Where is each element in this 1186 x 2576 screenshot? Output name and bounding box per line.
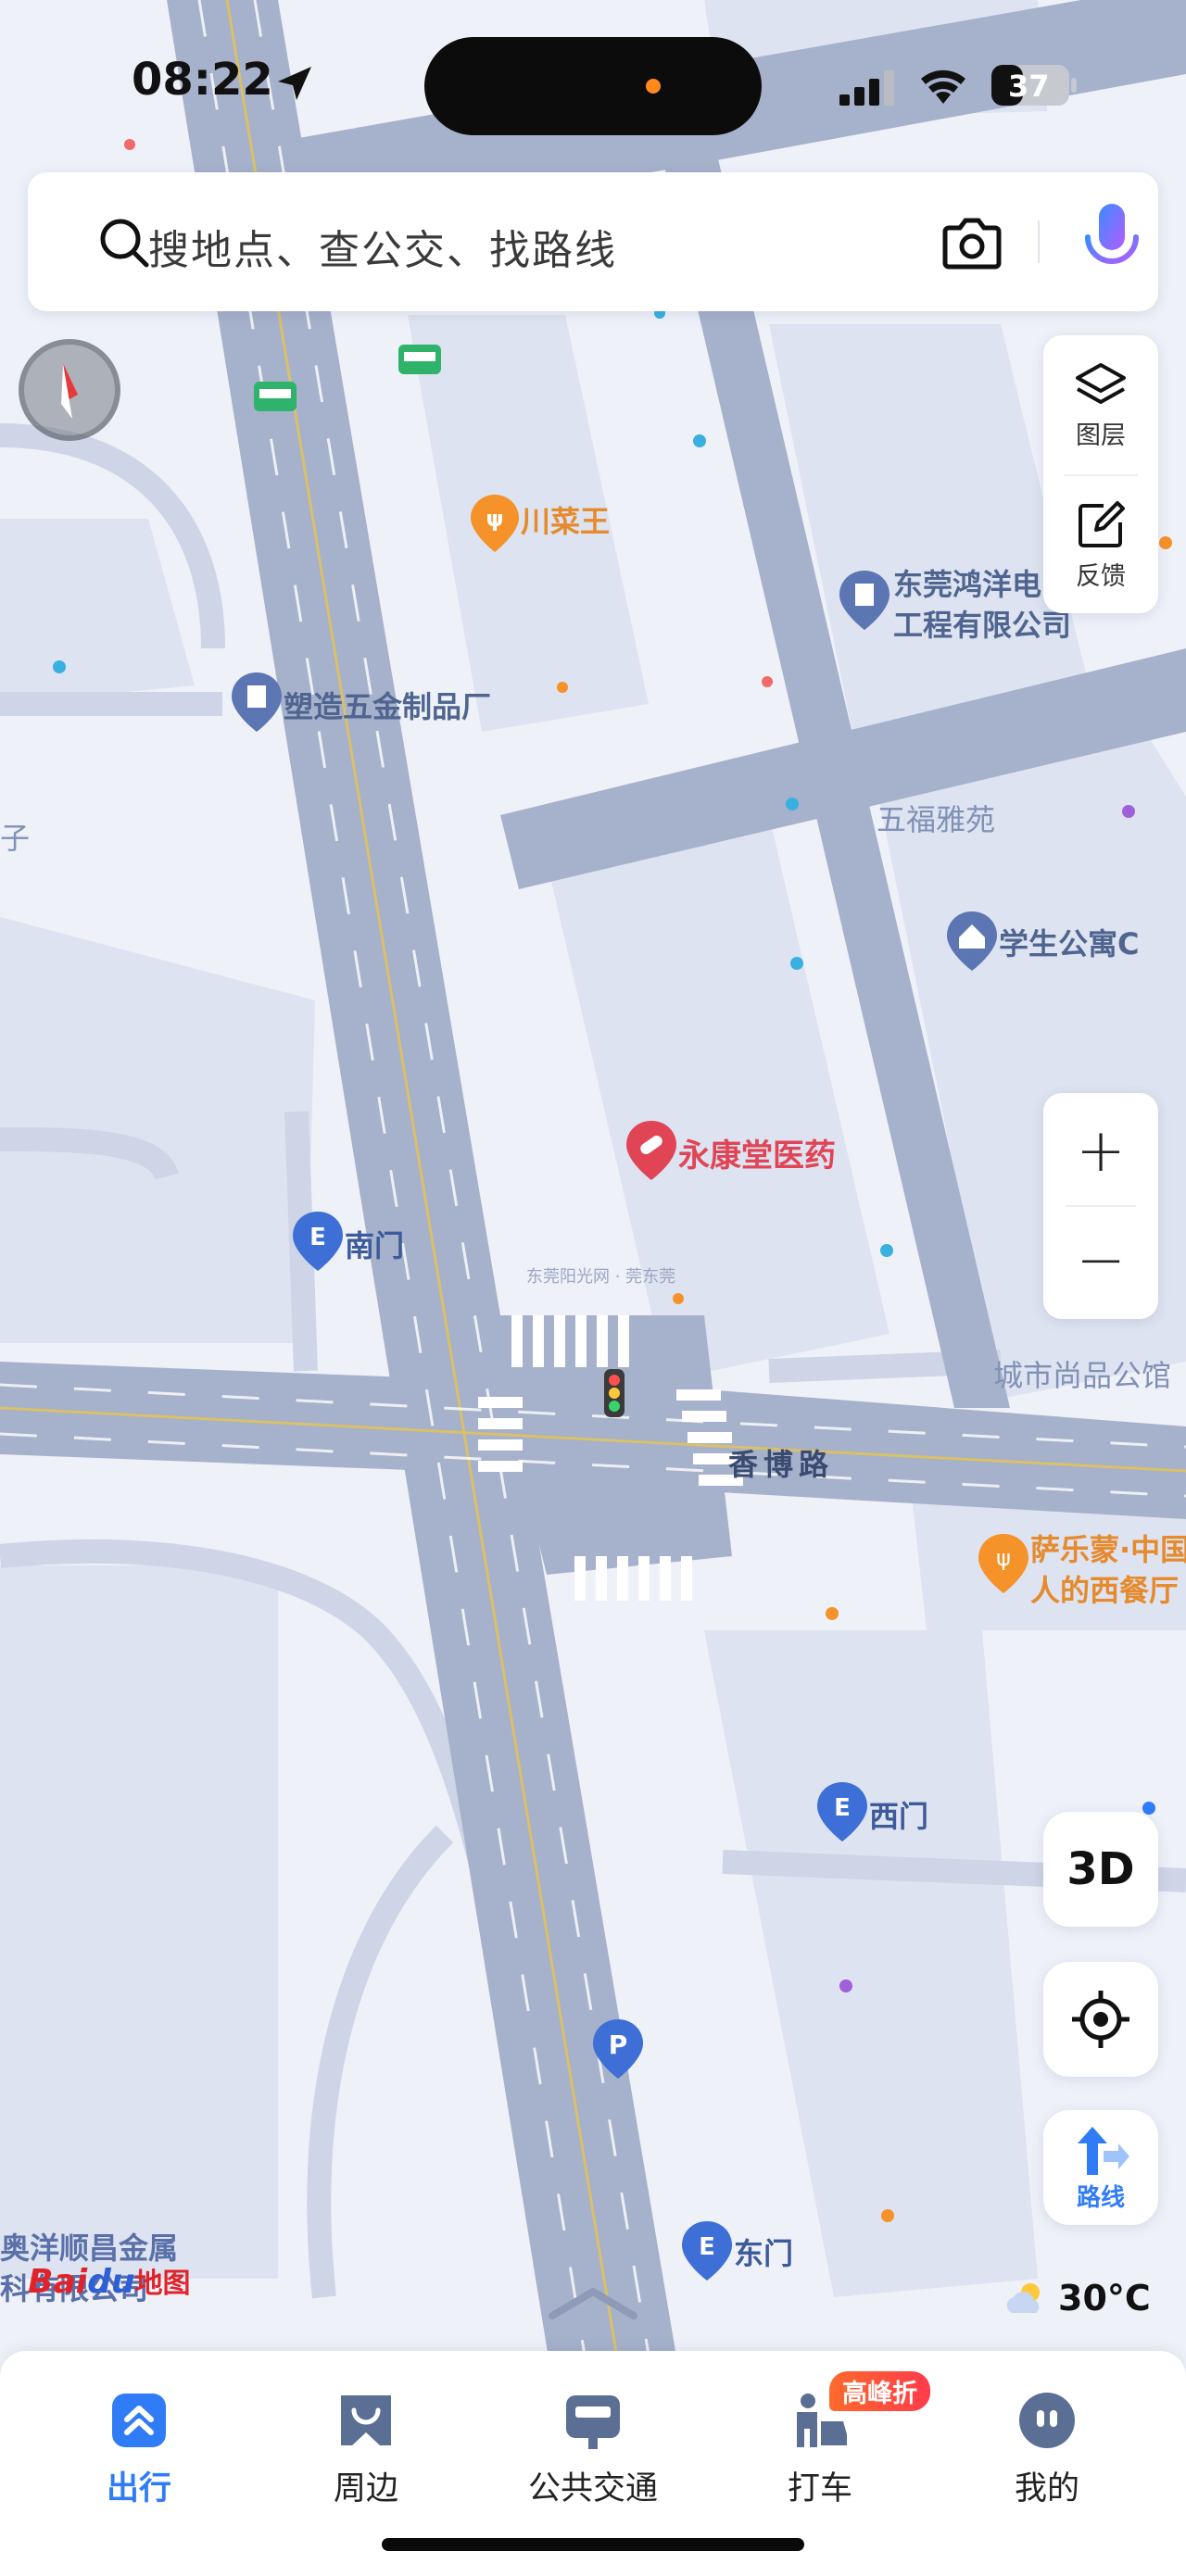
layers-button[interactable]: 图层 [1043,335,1158,470]
route-button[interactable]: 路线 [1043,2110,1158,2225]
nearby-icon [341,2395,391,2445]
map-canvas[interactable]: ψ 川菜王 东莞鸿洋电 工程有限公司 塑造五金制品厂 五福雅苑 子 学生公寓C … [0,0,1186,2576]
poi-label-salemeng-2[interactable]: 人的西餐厅 [1030,1567,1179,1610]
area-label-wufu: 五福雅苑 [877,802,996,837]
poi-restaurant-icon[interactable]: ψ [471,495,519,559]
search-input[interactable]: 搜地点、查公交、找路线 [148,217,617,276]
route-arrow-icon [1078,2126,1129,2175]
locate-icon [1072,1991,1129,2048]
tab-nearby-label: 周边 [333,2470,398,2507]
feedback-label: 反馈 [1076,562,1126,591]
status-bar: 08:22 37 [0,0,1186,167]
camera-icon[interactable] [941,215,1003,270]
poi-apartment-icon[interactable] [947,911,997,974]
map-watermark: 东莞阳光网 · 莞东莞 [526,1267,676,1287]
tab-public-transit-label: 公共交通 [527,2470,658,2507]
chevron-up-icon[interactable] [547,2284,639,2321]
map-roads [0,0,1186,2576]
partly-cloudy-icon [1006,2283,1040,2313]
layers-icon [1076,363,1126,404]
cellular-signal-icon [839,69,897,109]
3d-view-button[interactable]: 3D [1043,1812,1158,1927]
tab-taxi[interactable]: 高峰折 打车 [727,2371,930,2510]
poi-label-yongkangtang[interactable]: 永康堂医药 [678,1130,836,1175]
compass-button[interactable] [19,339,120,441]
map-side-panel: 图层 反馈 [1043,335,1158,613]
entrance-east-icon[interactable]: E [682,2221,732,2284]
poi-factory-icon[interactable] [232,672,282,735]
privacy-indicator-dot [646,79,661,94]
status-time: 08:22 [132,54,273,106]
entrance-label-nanmen[interactable]: 南门 [345,1223,404,1265]
tab-nearby[interactable]: 周边 [273,2371,459,2510]
baidu-map-logo: Baidu地图 [28,2260,190,2301]
feedback-icon [1079,501,1125,547]
svg-text:E: E [309,1224,326,1251]
road-label-xiangbo: 香博路 [728,1447,835,1482]
area-label-left-edge: 子 [0,821,31,856]
svg-text:P: P [609,2029,628,2060]
logo-paw: du [87,2263,135,2301]
weather-widget[interactable]: 30°C [1003,2273,1151,2323]
entrance-south-icon[interactable]: E [293,1212,343,1275]
travel-icon [112,2394,166,2447]
svg-text:ψ: ψ [996,1545,1011,1571]
location-arrow-icon [274,63,315,107]
home-indicator[interactable] [382,2538,804,2551]
poi-company-icon[interactable] [839,571,890,634]
locate-me-button[interactable] [1043,1962,1158,2077]
logo-suffix: 地图 [134,2268,191,2300]
search-divider [1038,220,1040,263]
poi-pharmacy-icon[interactable] [626,1121,676,1184]
tab-travel[interactable]: 出行 [46,2371,232,2510]
wifi-icon [917,65,969,109]
zoom-controls: + − [1043,1093,1158,1319]
layers-label: 图层 [1076,421,1126,450]
poi-label-suzao[interactable]: 塑造五金制品厂 [284,684,491,726]
entrance-west-icon[interactable]: E [817,1782,867,1845]
feedback-button[interactable]: 反馈 [1043,474,1158,609]
microphone-icon[interactable] [1077,200,1147,283]
logo-brand: Bai [28,2263,88,2301]
bus-icon [566,2395,620,2449]
profile-icon [1019,2393,1075,2448]
tab-public-transit[interactable]: 公共交通 [500,2371,686,2510]
svg-text:E: E [699,2233,715,2261]
compass-needle-icon [61,363,78,419]
weather-temperature: 30°C [1058,2278,1151,2318]
search-bar[interactable]: 搜地点、查公交、找路线 [28,172,1158,311]
poi-label-salemeng-1[interactable]: 萨乐蒙·中国 [1030,1527,1186,1569]
search-icon [100,219,149,268]
tab-travel-label: 出行 [106,2470,171,2507]
parking-icon[interactable]: P [593,2019,643,2082]
tab-taxi-label: 打车 [787,2470,852,2507]
route-label: 路线 [1076,2183,1125,2212]
entrance-label-ximen[interactable]: 西门 [869,1793,928,1836]
svg-text:ψ: ψ [486,506,503,532]
battery-level: 37 [1008,69,1050,104]
poi-label-hongyang-1[interactable]: 东莞鸿洋电 [893,561,1041,604]
taxi-promo-badge: 高峰折 [829,2371,930,2411]
poi-label-chuancaiwang[interactable]: 川菜王 [521,498,610,541]
area-label-chengshi: 城市尚品公馆 [993,1358,1172,1393]
tab-mine[interactable]: 我的 [954,2371,1140,2510]
svg-text:E: E [834,1794,851,1822]
poi-label-xuesheng[interactable]: 学生公寓C [999,921,1140,963]
zoom-out-button[interactable]: − [1043,1206,1158,1315]
tab-mine-label: 我的 [1014,2470,1079,2507]
poi-western-restaurant-icon[interactable]: ψ [978,1534,1028,1597]
entrance-label-dongmen[interactable]: 东门 [734,2230,793,2273]
zoom-in-button[interactable]: + [1043,1097,1158,1206]
3d-label: 3D [1066,1843,1135,1895]
dynamic-island [424,37,762,135]
